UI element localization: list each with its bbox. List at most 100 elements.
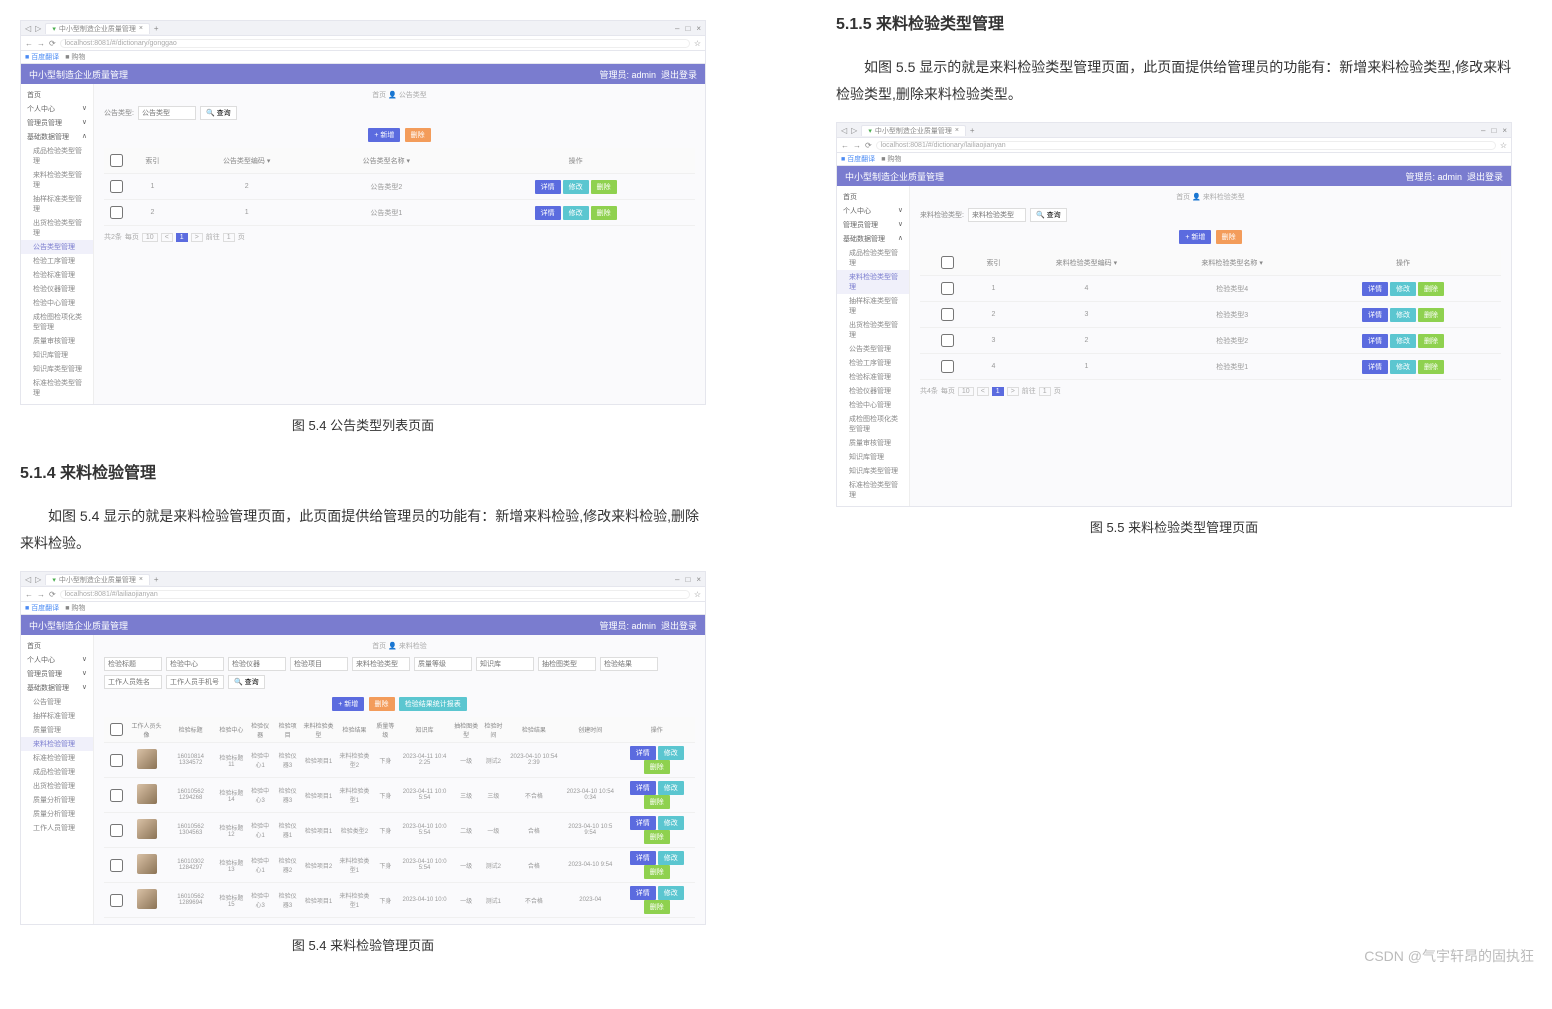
nav-fwd-icon[interactable]: ▷: [35, 24, 41, 33]
new-tab-icon[interactable]: +: [154, 24, 159, 33]
max-icon[interactable]: □: [685, 24, 690, 33]
url-field[interactable]: localhost:8081/#/lailiaojianyan: [60, 590, 690, 599]
fwd-icon[interactable]: →: [37, 39, 45, 48]
chk[interactable]: [110, 180, 123, 193]
sidebar-sub-active[interactable]: 公告类型管理: [21, 240, 93, 254]
col-idx: 索引: [128, 148, 177, 174]
sidebar-sub[interactable]: 抽样标准类型管理: [21, 192, 93, 216]
page-next[interactable]: >: [191, 233, 203, 242]
address-bar: ←→⟳ localhost:8081/#/dictionary/gonggao …: [21, 36, 705, 51]
bookmark-item[interactable]: ■ 百度翻译: [25, 52, 59, 62]
min-icon[interactable]: –: [675, 24, 679, 33]
sidebar-sub[interactable]: 检验仪器管理: [21, 282, 93, 296]
admin-label: 管理员: admin: [599, 70, 656, 80]
add-button[interactable]: + 新增: [368, 128, 400, 142]
add-button[interactable]: + 新增: [332, 697, 364, 711]
sidebar-item-base[interactable]: 基础数据管理∧: [21, 130, 93, 144]
edit-button[interactable]: 修改: [563, 206, 589, 220]
f3[interactable]: [228, 657, 286, 671]
bookmarks-bar: ■ 百度翻译 ■ 购物: [21, 51, 705, 64]
delete-button[interactable]: 删除: [1216, 230, 1242, 244]
screenshot-3: ◁▷▾中小型制造企业质量管理 ×+–□× ←→⟳localhost:8081/#…: [836, 122, 1512, 507]
filter-input[interactable]: [138, 106, 196, 120]
delete-button[interactable]: 删除: [369, 697, 395, 711]
del-button[interactable]: 删除: [591, 206, 617, 220]
browser-tab[interactable]: ▾中小型制造企业质量管理 ×: [45, 23, 150, 34]
page-prev[interactable]: <: [161, 233, 173, 242]
bookmark-item[interactable]: ■ 购物: [65, 52, 85, 62]
sidebar-sub[interactable]: 来料检验类型管理: [21, 168, 93, 192]
f4[interactable]: [290, 657, 348, 671]
app-title: 中小型制造企业质量管理: [29, 68, 128, 81]
f10[interactable]: [104, 675, 162, 689]
logout-link[interactable]: 退出登录: [661, 70, 697, 80]
table-row: 41检验类型1详情修改删除: [920, 354, 1501, 380]
delete-button[interactable]: 删除: [405, 128, 431, 142]
search-bar: 公告类型: 🔍 查询: [104, 106, 695, 120]
sidebar-sub[interactable]: 知识库类型管理: [21, 362, 93, 376]
detail-button[interactable]: 详情: [535, 180, 561, 194]
f8[interactable]: [538, 657, 596, 671]
stat-button[interactable]: 检验结果统计报表: [399, 697, 467, 711]
table-row: 16010562 1289694检验标题15检验中心3检验仪器3检验项目1来料检…: [104, 883, 695, 918]
table-row: 23检验类型3详情修改删除: [920, 302, 1501, 328]
app-header: 中小型制造企业质量管理 管理员: admin 退出登录: [21, 64, 705, 84]
filter-label: 公告类型:: [104, 108, 134, 118]
chk-all[interactable]: [110, 154, 123, 167]
page-size[interactable]: 10: [142, 233, 158, 242]
sidebar-sub[interactable]: 知识库管理: [21, 348, 93, 362]
pagination: 共4条每页10 <1> 前往1页: [920, 386, 1501, 396]
del-button[interactable]: 删除: [591, 180, 617, 194]
sidebar-item-personal[interactable]: 个人中心∨: [21, 102, 93, 116]
sidebar-sub[interactable]: 检验标准管理: [21, 268, 93, 282]
col-ops: 操作: [456, 148, 695, 174]
f7[interactable]: [476, 657, 534, 671]
url-field[interactable]: localhost:8081/#/dictionary/gonggao: [60, 39, 690, 48]
add-button[interactable]: + 新增: [1179, 230, 1211, 244]
search-button[interactable]: 🔍 查询: [1030, 208, 1067, 222]
f5[interactable]: [352, 657, 410, 671]
sidebar-item-home[interactable]: 首页: [21, 88, 93, 102]
nav-back-icon[interactable]: ◁: [25, 24, 31, 33]
f2[interactable]: [166, 657, 224, 671]
para-515: 如图 5.5 显示的就是来料检验类型管理页面，此页面提供给管理员的功能有：新增来…: [836, 54, 1512, 107]
sidebar-sub[interactable]: 标准检验类型管理: [21, 376, 93, 400]
col-name: 公告类型名称 ▾: [317, 148, 457, 174]
heading-514: 5.1.4 来料检验管理: [20, 459, 706, 483]
f11[interactable]: [166, 675, 224, 689]
url-field[interactable]: localhost:8081/#/dictionary/lailiaojiany…: [876, 141, 1496, 150]
user-icon: 👤: [388, 92, 397, 99]
caption-5-4b: 图 5.4 来料检验管理页面: [20, 935, 706, 954]
page-num[interactable]: 1: [176, 233, 188, 242]
close-icon[interactable]: ×: [696, 24, 701, 33]
table-row: 16010302 1284297检验标题13检验中心1检验仪器2检验项目2来料检…: [104, 848, 695, 883]
chk[interactable]: [110, 206, 123, 219]
sidebar-sub[interactable]: 成品检验类型管理: [21, 144, 93, 168]
sidebar-sub[interactable]: 质量审核管理: [21, 334, 93, 348]
star-icon[interactable]: ☆: [694, 39, 701, 48]
sidebar: 首页 个人中心∨ 管理员管理∨ 基础数据管理∧ 成品检验类型管理 来料检验类型管…: [21, 84, 94, 404]
avatar: [137, 749, 157, 769]
data-table: 索引来料检验类型编码 ▾来料检验类型名称 ▾操作 14检验类型4详情修改删除 2…: [920, 250, 1501, 380]
search-button[interactable]: 🔍 查询: [200, 106, 237, 120]
f9[interactable]: [600, 657, 658, 671]
para-514: 如图 5.4 显示的就是来料检验管理页面，此页面提供给管理员的功能有：新增来料检…: [20, 503, 706, 556]
table-row: 32检验类型2详情修改删除: [920, 328, 1501, 354]
sidebar-sub[interactable]: 出货检验类型管理: [21, 216, 93, 240]
sidebar-sub[interactable]: 检验工序管理: [21, 254, 93, 268]
screenshot-2: ◁▷▾中小型制造企业质量管理 ×+–□× ←→⟳localhost:8081/#…: [20, 571, 706, 925]
edit-button[interactable]: 修改: [563, 180, 589, 194]
pagination: 共2条每页10 <1> 前往1页: [104, 232, 695, 242]
filter-input[interactable]: [968, 208, 1026, 222]
refresh-icon[interactable]: ⟳: [49, 39, 56, 48]
data-table: 工作人员头像检验标题检验中心检验仪器检验项目来料检验类型检验结果质量等级知识库抽…: [104, 717, 695, 918]
detail-button[interactable]: 详情: [535, 206, 561, 220]
f6[interactable]: [414, 657, 472, 671]
screenshot-1: ◁ ▷ ▾中小型制造企业质量管理 × + –□ × ← → ⟳ localhost:8…: [20, 20, 706, 405]
sidebar-sub[interactable]: 成检图检项化类型管理: [21, 310, 93, 334]
f1[interactable]: [104, 657, 162, 671]
search-button[interactable]: 🔍 查询: [228, 675, 265, 689]
sidebar-item-mgr[interactable]: 管理员管理∨: [21, 116, 93, 130]
sidebar-sub[interactable]: 检验中心管理: [21, 296, 93, 310]
back-icon[interactable]: ←: [25, 39, 33, 48]
